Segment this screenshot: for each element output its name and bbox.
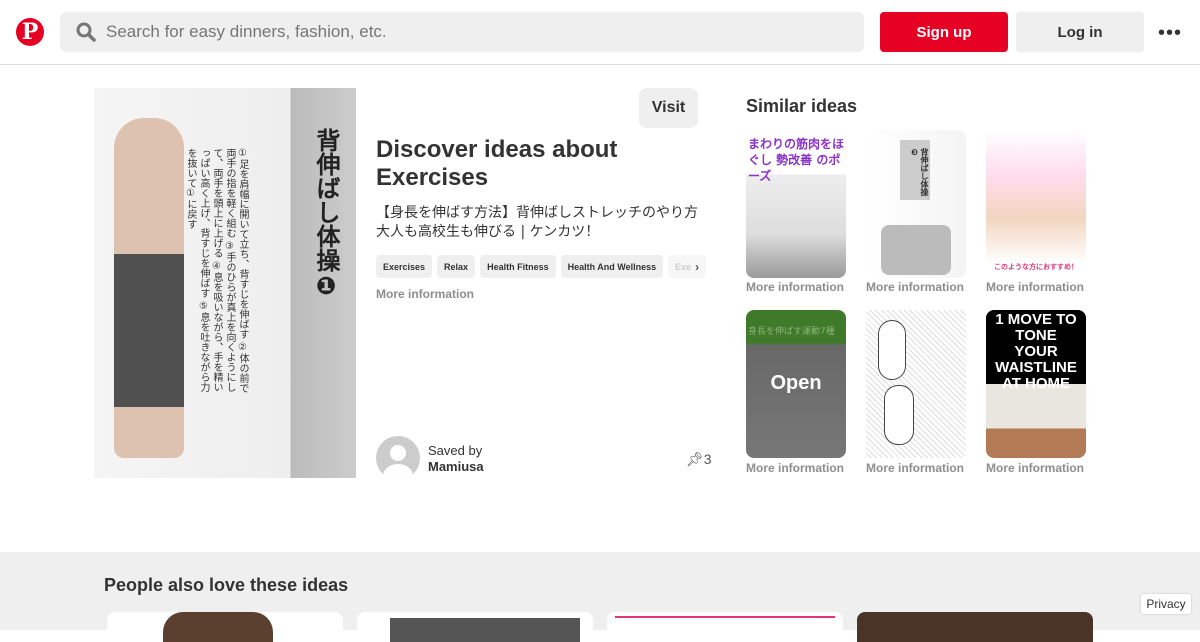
more-information-link[interactable]: More information: [746, 280, 844, 294]
pin-title: Discover ideas about Exercises: [376, 136, 618, 191]
pin-image-instructions: ①足を肩幅に開いて立ち、背すじを伸ばす ②体の前で両手の指を軽く組む ③手のひら…: [185, 148, 248, 394]
similar-idea-thumb[interactable]: このような方におすすめ！: [986, 130, 1086, 278]
more-information-link[interactable]: More information: [376, 287, 474, 301]
idea-card[interactable]: [357, 612, 593, 642]
open-overlay-label[interactable]: Open: [746, 372, 846, 395]
more-options-icon[interactable]: •••: [1158, 22, 1182, 45]
more-information-link[interactable]: More information: [986, 280, 1084, 294]
similar-idea-thumb[interactable]: 背伸ばし体操❸: [866, 130, 966, 278]
thumb-caption: 背伸ばし体操❸: [900, 140, 930, 200]
idea-card[interactable]: [107, 612, 343, 642]
sign-up-button[interactable]: Sign up: [880, 12, 1008, 52]
pin-description: 【身長を伸ばす方法】背伸ばしストレッチのやり方 大人も高校生も伸びる | ケンカ…: [376, 205, 698, 240]
thumb-caption: 身長を伸ばす運動7種: [748, 327, 835, 337]
card-image: [615, 616, 835, 642]
tag[interactable]: Relax: [437, 255, 476, 278]
pin-image-figure: [114, 118, 184, 458]
pin-count: 📌︎3: [686, 451, 712, 468]
pin-icon: 📌︎: [686, 451, 704, 467]
similar-idea-thumb[interactable]: 1 MOVE TO TONE YOUR WAISTLINE AT HOME: [986, 310, 1086, 458]
pin-count-value: 3: [703, 451, 712, 467]
tag[interactable]: Health And Wellness: [560, 255, 664, 278]
speech-bubble: [884, 385, 914, 445]
pin-image-title: 背伸ばし体操❶: [312, 128, 340, 300]
card-image: [390, 618, 580, 642]
idea-card[interactable]: [857, 612, 1093, 642]
thumb-caption: まわりの筋肉をほぐし 勢改善 のポーズ: [748, 137, 845, 183]
tag-label: Exe: [675, 261, 692, 272]
people-also-love-heading: People also love these ideas: [104, 575, 349, 595]
visit-button[interactable]: Visit: [639, 88, 698, 128]
user-icon: [383, 445, 413, 480]
pin-image[interactable]: ①足を肩幅に開いて立ち、背すじを伸ばす ②体の前で両手の指を軽く組む ③手のひら…: [94, 88, 356, 478]
similar-ideas-heading: Similar ideas: [746, 96, 858, 116]
speech-bubble: [878, 320, 906, 380]
more-information-link[interactable]: More information: [866, 461, 964, 475]
similar-idea-thumb[interactable]: まわりの筋肉をほぐし 勢改善 のポーズ: [746, 130, 846, 278]
thumb-caption: このような方におすすめ！: [994, 263, 1078, 271]
more-information-link[interactable]: More information: [986, 461, 1084, 475]
similar-idea-thumb[interactable]: [866, 310, 966, 458]
top-header: P Sign up Log in •••: [0, 0, 1200, 65]
more-information-link[interactable]: More information: [866, 280, 964, 294]
pinterest-logo[interactable]: P: [16, 18, 44, 46]
log-in-button[interactable]: Log in: [1016, 12, 1144, 52]
more-information-link[interactable]: More information: [746, 461, 844, 475]
saved-by-label: Saved by: [428, 443, 483, 458]
card-image: [163, 612, 273, 642]
tag[interactable]: Health Fitness: [480, 255, 556, 278]
search-icon: [76, 22, 96, 42]
similar-idea-thumb[interactable]: 身長を伸ばす運動7種 Open: [746, 310, 846, 458]
search-bar[interactable]: [60, 12, 864, 52]
tag[interactable]: Exe ›: [668, 255, 707, 278]
search-input[interactable]: [106, 22, 806, 42]
tag[interactable]: Exercises: [376, 255, 433, 278]
privacy-button[interactable]: Privacy: [1141, 594, 1191, 614]
saver-name[interactable]: Mamiusa: [428, 459, 484, 474]
avatar[interactable]: [376, 436, 420, 480]
tag-list: Exercises Relax Health Fitness Health An…: [376, 255, 707, 278]
idea-card[interactable]: [607, 612, 843, 642]
thumb-caption: 1 MOVE TO TONE YOUR WAISTLINE AT HOME: [995, 311, 1077, 392]
chevron-right-icon[interactable]: ›: [695, 260, 699, 274]
thumb-figure: [881, 225, 951, 275]
